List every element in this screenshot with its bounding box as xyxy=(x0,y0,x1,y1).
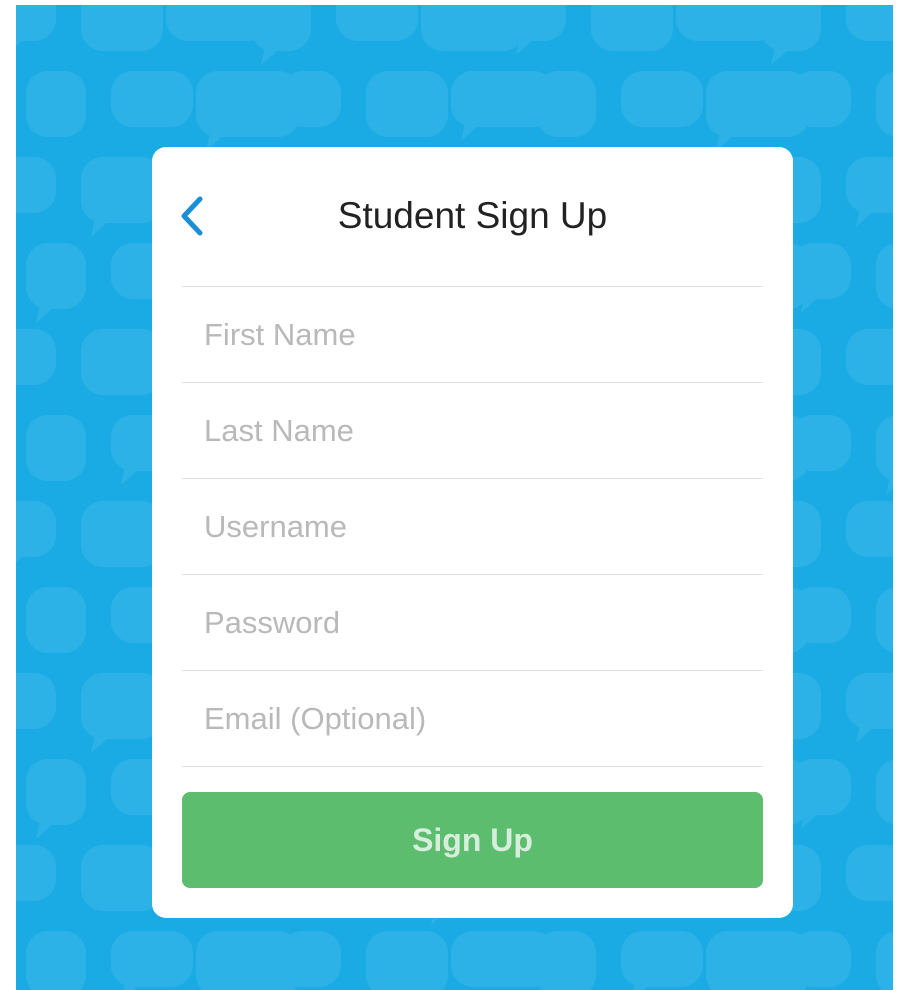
speech-bubble xyxy=(761,5,821,51)
username-field-row xyxy=(182,478,763,574)
speech-bubble xyxy=(16,157,56,213)
first-name-input[interactable] xyxy=(182,287,763,382)
speech-bubble-tail xyxy=(886,477,893,495)
speech-bubble xyxy=(16,673,56,729)
speech-bubble xyxy=(26,71,86,137)
speech-bubble xyxy=(26,587,86,653)
speech-bubble xyxy=(621,71,703,127)
card-header: Student Sign Up xyxy=(152,147,793,286)
speech-bubble xyxy=(366,931,448,990)
speech-bubble xyxy=(876,243,893,309)
username-input[interactable] xyxy=(182,479,763,574)
speech-bubble xyxy=(791,587,851,643)
speech-bubble xyxy=(26,243,86,309)
speech-bubble-tail xyxy=(461,123,481,141)
last-name-input[interactable] xyxy=(182,383,763,478)
speech-bubble xyxy=(111,71,193,127)
first-name-field-row xyxy=(182,286,763,382)
last-name-field-row xyxy=(182,382,763,478)
speech-bubble xyxy=(846,845,893,901)
speech-bubble xyxy=(876,759,893,825)
speech-bubble xyxy=(791,759,851,815)
speech-bubble xyxy=(876,415,893,481)
speech-bubble xyxy=(26,415,86,481)
speech-bubble xyxy=(16,5,56,41)
speech-bubble xyxy=(506,5,566,41)
speech-bubble xyxy=(536,71,596,137)
speech-bubble xyxy=(876,931,893,990)
signup-card: Student Sign Up Sign Up xyxy=(152,147,793,918)
speech-bubble xyxy=(846,329,893,385)
password-input[interactable] xyxy=(182,575,763,670)
speech-bubble-tail xyxy=(91,219,111,237)
speech-bubble xyxy=(846,5,893,41)
speech-bubble xyxy=(251,5,311,51)
speech-bubble xyxy=(16,501,56,557)
speech-bubble xyxy=(81,673,163,739)
speech-bubble xyxy=(791,931,851,987)
speech-bubble xyxy=(876,71,893,137)
speech-bubble xyxy=(26,759,86,825)
speech-bubble xyxy=(846,157,893,213)
speech-bubble xyxy=(81,501,163,567)
speech-bubble xyxy=(281,931,341,987)
speech-bubble xyxy=(111,931,193,987)
speech-bubble xyxy=(876,587,893,653)
speech-bubble xyxy=(366,71,448,137)
speech-bubble xyxy=(536,931,596,990)
sign-up-button[interactable]: Sign Up xyxy=(182,792,763,888)
speech-bubble xyxy=(791,243,851,299)
speech-bubble-tail xyxy=(856,209,876,227)
speech-bubble xyxy=(16,845,56,901)
speech-bubble xyxy=(281,71,341,127)
speech-bubble xyxy=(81,845,163,911)
speech-bubble xyxy=(81,329,163,395)
speech-bubble xyxy=(791,415,851,471)
speech-bubble xyxy=(81,157,163,223)
speech-bubble xyxy=(26,931,86,990)
email-input[interactable] xyxy=(182,671,763,766)
speech-bubble xyxy=(81,5,163,51)
speech-bubble xyxy=(336,5,418,41)
page-background: Student Sign Up Sign Up xyxy=(16,5,893,990)
speech-bubble xyxy=(791,71,851,127)
email-field-row xyxy=(182,670,763,767)
speech-bubble xyxy=(591,5,673,51)
signup-form xyxy=(182,286,763,767)
speech-bubble xyxy=(16,329,56,385)
speech-bubble xyxy=(621,931,703,987)
speech-bubble xyxy=(846,501,893,557)
password-field-row xyxy=(182,574,763,670)
speech-bubble xyxy=(846,673,893,729)
page-title: Student Sign Up xyxy=(337,195,608,236)
